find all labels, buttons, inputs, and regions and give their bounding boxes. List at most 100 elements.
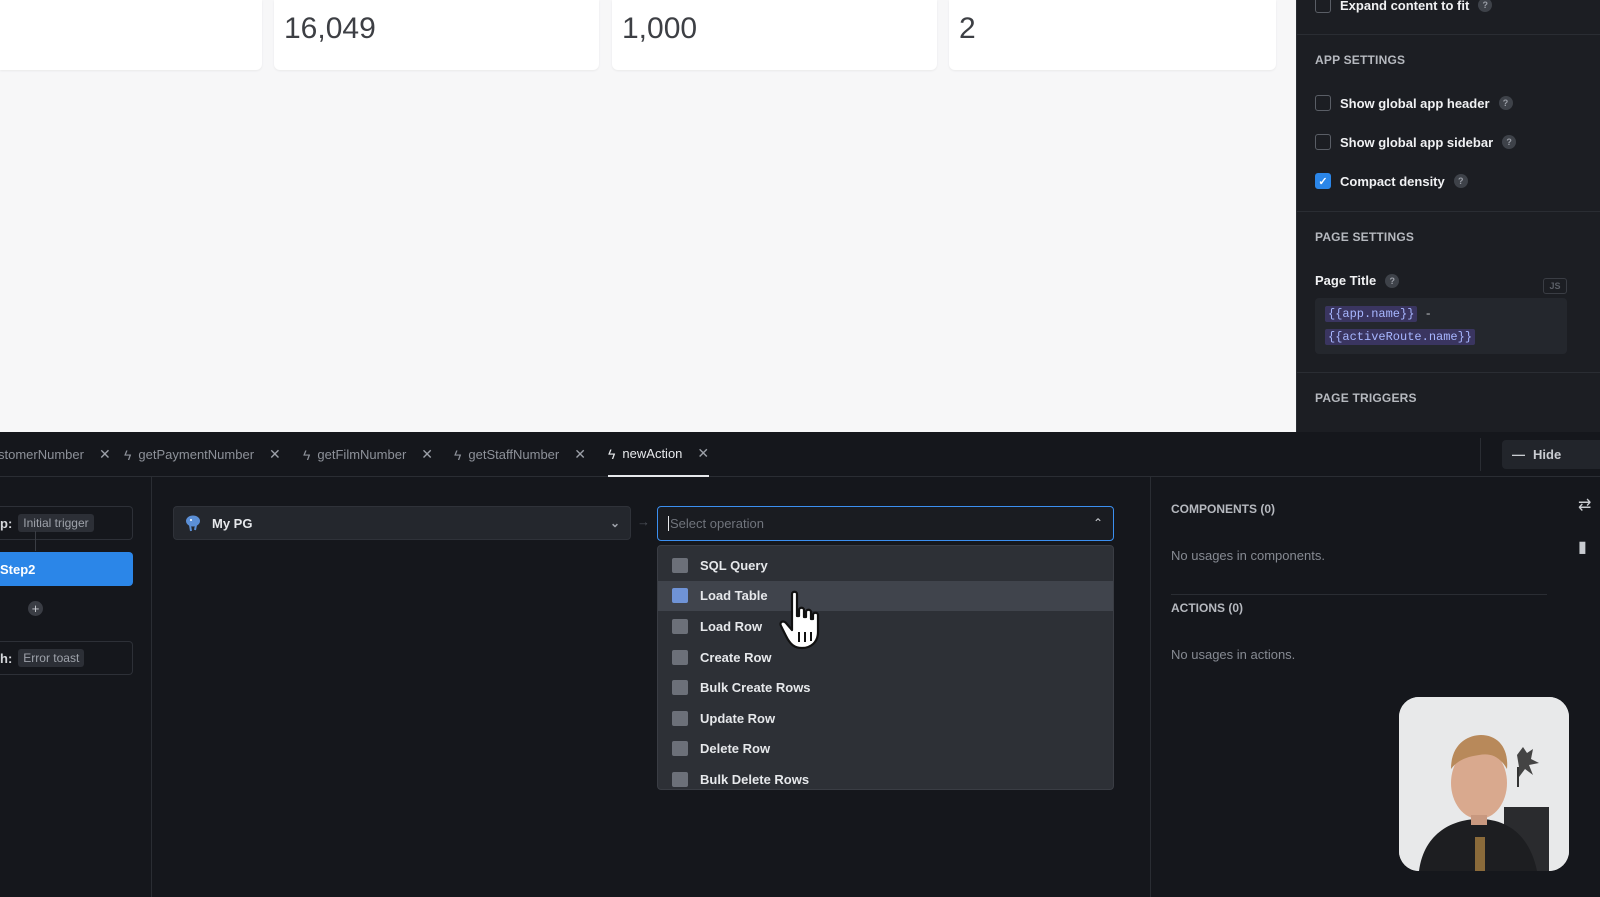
show-header-label: Show global app header bbox=[1340, 95, 1490, 111]
js-toggle-button[interactable]: JS bbox=[1543, 278, 1567, 294]
actions-empty-text: No usages in actions. bbox=[1171, 647, 1296, 662]
divider bbox=[1171, 594, 1547, 595]
menu-item-delete-row[interactable]: Delete Row bbox=[658, 734, 1113, 765]
page-title-label: Page Title bbox=[1315, 273, 1377, 288]
text-caret bbox=[668, 516, 669, 531]
error-node[interactable]: h: Error toast bbox=[0, 641, 133, 675]
minus-icon: — bbox=[1512, 447, 1525, 462]
divider bbox=[1480, 438, 1481, 471]
menu-item-label: Bulk Delete Rows bbox=[700, 771, 810, 787]
query-tab[interactable]: ϟ getFilmNumber ✕ bbox=[303, 432, 433, 477]
settings-panel: Expand content to fit ? APP SETTINGS Sho… bbox=[1296, 0, 1600, 432]
trigger-chip: Initial trigger bbox=[18, 514, 94, 532]
step-node[interactable]: Step2 bbox=[0, 552, 133, 586]
row-add-icon bbox=[672, 649, 688, 665]
close-icon[interactable]: ✕ bbox=[99, 446, 111, 463]
stat-card[interactable]: 2 bbox=[949, 0, 1276, 70]
help-icon[interactable]: ? bbox=[1385, 273, 1400, 288]
swap-icon[interactable]: ⇄ bbox=[1578, 495, 1600, 515]
trigger-prefix: p: bbox=[0, 515, 13, 531]
action-flow: p: Initial trigger Step2 + h: Error toas… bbox=[0, 477, 152, 897]
sql-icon bbox=[672, 557, 688, 573]
flow-connector bbox=[35, 531, 36, 551]
query-tab-bar: stomerNumber ✕ ϟ getPaymentNumber ✕ ϟ ge… bbox=[0, 432, 1600, 477]
row-icon bbox=[672, 618, 688, 634]
expand-content-checkbox[interactable] bbox=[1315, 0, 1331, 13]
stat-card[interactable] bbox=[0, 0, 262, 70]
menu-item-bulk-delete-rows[interactable]: Bulk Delete Rows bbox=[658, 764, 1113, 795]
rows-delete-icon bbox=[672, 771, 688, 787]
help-icon[interactable]: ? bbox=[1498, 96, 1513, 110]
arrow-right-icon: → bbox=[637, 514, 650, 529]
page-title-input[interactable]: {{app.name}} - {{activeRoute.name}} bbox=[1315, 298, 1567, 354]
components-title: COMPONENTS (0) bbox=[1171, 502, 1276, 516]
compact-density-label: Compact density bbox=[1340, 173, 1445, 189]
resource-value: My PG bbox=[212, 515, 253, 531]
operation-menu: SQL Query Load Table Load Row Create Row… bbox=[657, 545, 1114, 790]
menu-item-update-row[interactable]: Update Row bbox=[658, 703, 1113, 734]
divider bbox=[1297, 211, 1600, 212]
expand-content-setting[interactable]: Expand content to fit ? bbox=[1315, 0, 1493, 13]
hand-pointer-cursor-icon bbox=[779, 590, 820, 650]
expand-content-label: Expand content to fit bbox=[1340, 0, 1470, 13]
menu-item-label: Load Row bbox=[700, 618, 763, 634]
postgres-icon bbox=[186, 515, 200, 532]
query-tab[interactable]: stomerNumber ✕ bbox=[0, 432, 111, 477]
close-icon[interactable]: ✕ bbox=[421, 446, 433, 463]
close-icon[interactable]: ✕ bbox=[574, 446, 586, 463]
resource-select[interactable]: My PG ⌄ bbox=[173, 506, 631, 540]
show-header-setting[interactable]: Show global app header ? bbox=[1315, 95, 1513, 111]
menu-item-load-row[interactable]: Load Row bbox=[658, 611, 1113, 642]
help-icon[interactable]: ? bbox=[1502, 135, 1517, 149]
operation-select[interactable]: Select operation ⌃ bbox=[657, 506, 1114, 541]
lightning-icon: ϟ bbox=[454, 446, 462, 463]
help-icon[interactable]: ? bbox=[1453, 174, 1468, 188]
page-title-row: Page Title ? bbox=[1315, 273, 1400, 288]
tab-label: getPaymentNumber bbox=[138, 447, 255, 462]
stat-card[interactable]: 1,000 bbox=[612, 0, 937, 70]
show-sidebar-setting[interactable]: Show global app sidebar ? bbox=[1315, 134, 1517, 150]
actions-title: ACTIONS (0) bbox=[1171, 601, 1243, 615]
menu-item-bulk-create-rows[interactable]: Bulk Create Rows bbox=[658, 672, 1113, 703]
compact-density-checkbox[interactable]: ✓ bbox=[1315, 173, 1331, 189]
template-separator: - bbox=[1424, 307, 1432, 321]
query-tab[interactable]: ϟ getPaymentNumber ✕ bbox=[124, 432, 281, 477]
add-step-icon[interactable]: + bbox=[28, 601, 43, 616]
menu-item-load-table[interactable]: Load Table bbox=[658, 580, 1113, 612]
stat-value: 16,049 bbox=[284, 12, 376, 45]
trash-icon[interactable]: ▮ bbox=[1578, 537, 1600, 557]
stat-value: 2 bbox=[959, 12, 976, 45]
query-tab-active[interactable]: ϟ newAction ✕ bbox=[608, 432, 710, 477]
hide-panel-button[interactable]: — Hide bbox=[1502, 440, 1600, 469]
close-icon[interactable]: ✕ bbox=[697, 445, 709, 462]
menu-item-label: Load Table bbox=[700, 588, 768, 604]
tab-label: getStaffNumber bbox=[468, 447, 560, 462]
lightning-icon: ϟ bbox=[608, 445, 616, 462]
menu-item-label: Create Row bbox=[700, 649, 772, 665]
page-triggers-title: PAGE TRIGGERS bbox=[1315, 391, 1417, 405]
compact-density-setting[interactable]: ✓ Compact density ? bbox=[1315, 173, 1468, 189]
menu-item-sql-query[interactable]: SQL Query bbox=[658, 550, 1113, 581]
hide-label: Hide bbox=[1533, 447, 1562, 462]
webcam-overlay bbox=[1399, 697, 1569, 871]
row-delete-icon bbox=[672, 741, 688, 757]
rows-add-icon bbox=[672, 680, 688, 696]
tab-label: newAction bbox=[622, 446, 683, 461]
show-header-checkbox[interactable] bbox=[1315, 95, 1331, 111]
show-sidebar-checkbox[interactable] bbox=[1315, 134, 1331, 150]
lightning-icon: ϟ bbox=[124, 446, 132, 463]
close-icon[interactable]: ✕ bbox=[269, 446, 281, 463]
divider bbox=[1297, 34, 1600, 35]
trigger-node[interactable]: p: Initial trigger bbox=[0, 506, 133, 540]
stat-card[interactable]: 16,049 bbox=[274, 0, 599, 70]
query-tab[interactable]: ϟ getStaffNumber ✕ bbox=[454, 432, 586, 477]
components-empty-text: No usages in components. bbox=[1171, 548, 1325, 563]
menu-item-create-row[interactable]: Create Row bbox=[658, 642, 1113, 673]
help-icon[interactable]: ? bbox=[1478, 0, 1493, 12]
menu-item-label: Delete Row bbox=[700, 741, 771, 757]
row-edit-icon bbox=[672, 710, 688, 726]
app-canvas: 16,049 1,000 2 bbox=[0, 0, 1296, 432]
tab-label: getFilmNumber bbox=[317, 447, 407, 462]
error-prefix: h: bbox=[0, 650, 13, 666]
chevron-up-icon: ⌃ bbox=[1092, 516, 1103, 530]
